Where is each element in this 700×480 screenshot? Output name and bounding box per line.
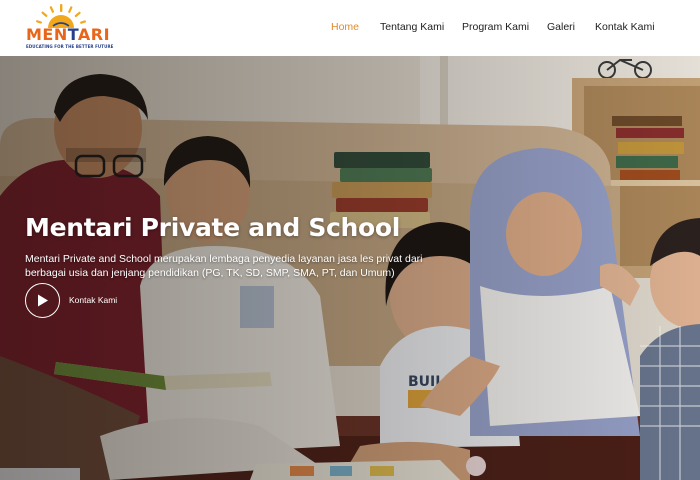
play-icon — [38, 294, 48, 307]
hero-section: BUILD Mentari Private and School Mentari… — [0, 56, 700, 480]
nav-kontak-kami[interactable]: Kontak Kami — [595, 21, 655, 33]
logo-wordmark: MENTARI — [26, 27, 110, 43]
hero-title: Mentari Private and School — [25, 213, 401, 242]
navbar: MENTARI EDUCATING FOR THE BETTER FUTURE … — [0, 0, 700, 56]
play-button[interactable] — [25, 283, 60, 318]
logo-tagline: EDUCATING FOR THE BETTER FUTURE — [26, 44, 114, 49]
logo-text-part: ARI — [77, 25, 111, 44]
logo-text-part: T — [67, 25, 78, 44]
logo-text-part: MEN — [26, 25, 68, 44]
contact-cta-link[interactable]: Kontak Kami — [69, 295, 117, 305]
hero-description: Mentari Private and School merupakan lem… — [25, 253, 423, 279]
nav-home[interactable]: Home — [331, 21, 359, 33]
mentari-logo[interactable]: MENTARI EDUCATING FOR THE BETTER FUTURE — [24, 4, 113, 52]
nav-program-kami[interactable]: Program Kami — [462, 21, 529, 33]
nav-galeri[interactable]: Galeri — [547, 21, 575, 33]
nav-tentang-kami[interactable]: Tentang Kami — [380, 21, 444, 33]
